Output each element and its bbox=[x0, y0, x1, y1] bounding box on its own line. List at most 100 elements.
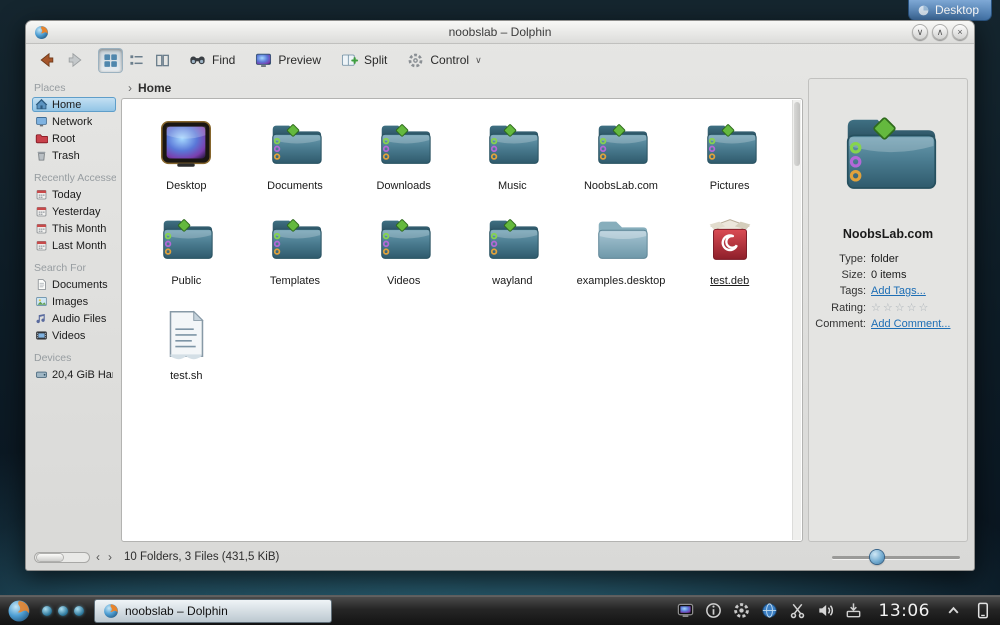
place-label: Last Month bbox=[52, 239, 107, 252]
desktop-toolbox-tab[interactable]: Desktop bbox=[907, 0, 992, 21]
scroll-right-button[interactable]: › bbox=[106, 551, 114, 563]
breadcrumb-home[interactable]: Home bbox=[138, 81, 171, 95]
window-controls: ∨ ∧ × bbox=[912, 24, 968, 40]
sidebar-item-trash[interactable]: Trash bbox=[32, 148, 116, 163]
add-tags-link[interactable]: Tags: Add Tags... bbox=[814, 285, 962, 297]
pager-dot[interactable] bbox=[74, 605, 84, 616]
scroll-left-button[interactable]: ‹ bbox=[94, 551, 102, 563]
split-button[interactable]: Split bbox=[335, 49, 392, 72]
rating-stars[interactable]: Rating: ☆☆☆☆☆ bbox=[814, 301, 962, 314]
window-content: Places Home Network Root Trash Recently … bbox=[26, 76, 974, 546]
app-launcher-button[interactable] bbox=[6, 598, 32, 624]
close-button[interactable]: × bbox=[952, 24, 968, 40]
details-view-button[interactable] bbox=[125, 49, 148, 72]
sidebar-item-network[interactable]: Network bbox=[32, 114, 116, 129]
network-tray-icon[interactable] bbox=[758, 599, 781, 622]
selected-folder-icon bbox=[832, 97, 944, 209]
place-icon bbox=[35, 312, 48, 325]
icons-view-button[interactable] bbox=[99, 48, 122, 72]
device-notifier-tray-icon[interactable] bbox=[842, 599, 865, 622]
place-label: 20,4 GiB Har bbox=[52, 368, 113, 381]
file-videos[interactable]: Videos bbox=[349, 208, 458, 287]
control-button[interactable]: Control ∨ bbox=[401, 49, 486, 72]
zoom-slider-track[interactable] bbox=[832, 556, 960, 559]
add-comment-link[interactable]: Comment: Add Comment... bbox=[814, 318, 962, 330]
pager-dot[interactable] bbox=[42, 605, 52, 616]
plasma-icon bbox=[917, 4, 930, 17]
info-fields: Type: folder Size: 0 items Tags: Add Tag… bbox=[809, 253, 967, 330]
sidebar-item-yesterday[interactable]: Yesterday bbox=[32, 204, 116, 219]
file-desktop[interactable]: Desktop bbox=[132, 113, 241, 192]
panel-device-icon[interactable] bbox=[971, 599, 994, 622]
titlebar[interactable]: noobslab – Dolphin ∨ ∧ × bbox=[26, 21, 974, 44]
place-label: Trash bbox=[52, 149, 80, 162]
file-music[interactable]: Music bbox=[458, 113, 567, 192]
file-downloads[interactable]: Downloads bbox=[349, 113, 458, 192]
sidebar-item-documents[interactable]: Documents bbox=[32, 277, 116, 292]
place-label: Root bbox=[52, 132, 76, 145]
vertical-scrollbar-thumb[interactable] bbox=[794, 102, 800, 166]
sidebar-item-audio-files[interactable]: Audio Files bbox=[32, 311, 116, 326]
maximize-button[interactable]: ∧ bbox=[932, 24, 948, 40]
file-public[interactable]: Public bbox=[132, 208, 241, 287]
caret-up-icon bbox=[944, 601, 963, 620]
place-icon bbox=[35, 368, 48, 381]
file-label: NoobsLab.com bbox=[583, 180, 658, 192]
taskbar-task-button[interactable]: noobslab – Dolphin bbox=[94, 598, 332, 623]
file-test-sh[interactable]: test.sh bbox=[132, 303, 241, 382]
file-wayland[interactable]: wayland bbox=[458, 208, 567, 287]
volume-tray-icon[interactable] bbox=[814, 599, 837, 622]
tray-icon-glyph bbox=[732, 601, 751, 620]
sidebar-item-root[interactable]: Root bbox=[32, 131, 116, 146]
preview-button[interactable]: Preview bbox=[249, 49, 326, 72]
panel-expand-button[interactable] bbox=[942, 599, 965, 622]
recently-accessed-section-title: Recently Accessed bbox=[34, 172, 116, 184]
place-icon bbox=[35, 132, 48, 145]
sidebar-item-this-month[interactable]: This Month bbox=[32, 221, 116, 236]
file-templates[interactable]: Templates bbox=[241, 208, 350, 287]
file-icon bbox=[373, 113, 435, 175]
columns-view-button[interactable] bbox=[151, 49, 174, 72]
sidebar-item-images[interactable]: Images bbox=[32, 294, 116, 309]
sidebar-item-last-month[interactable]: Last Month bbox=[32, 238, 116, 253]
sidebar-item-videos[interactable]: Videos bbox=[32, 328, 116, 343]
place-label: Home bbox=[52, 98, 82, 111]
info-field-value: 0 items bbox=[871, 269, 907, 281]
minimize-button[interactable]: ∨ bbox=[912, 24, 928, 40]
file-test-deb[interactable]: test.deb bbox=[675, 208, 784, 287]
klipper-tray-icon[interactable] bbox=[786, 599, 809, 622]
tray-icon-glyph bbox=[704, 601, 723, 620]
zoom-slider[interactable] bbox=[832, 549, 960, 565]
file-examples-desktop[interactable]: examples.desktop bbox=[567, 208, 676, 287]
places-scrollbar-thumb[interactable] bbox=[37, 553, 63, 561]
info-field: Type: folder bbox=[814, 253, 962, 265]
file-noobslab-com[interactable]: NoobsLab.com bbox=[567, 113, 676, 192]
navigation-buttons bbox=[34, 48, 88, 72]
pager-dot[interactable] bbox=[58, 605, 68, 616]
desktop-background: Desktop noobslab – Dolphin ∨ ∧ × Find Pr… bbox=[0, 0, 1000, 625]
vertical-scrollbar[interactable] bbox=[792, 100, 801, 540]
sidebar-item-today[interactable]: Today bbox=[32, 187, 116, 202]
file-pictures[interactable]: Pictures bbox=[675, 113, 784, 192]
notifications-tray-icon[interactable] bbox=[702, 599, 725, 622]
file-label: Templates bbox=[269, 275, 321, 287]
sidebar-item-hard-drive[interactable]: 20,4 GiB Har bbox=[32, 367, 116, 382]
zoom-slider-knob[interactable] bbox=[870, 550, 884, 564]
file-documents[interactable]: Documents bbox=[241, 113, 350, 192]
icons-view-icon bbox=[104, 53, 117, 67]
find-button[interactable]: Find bbox=[183, 49, 240, 72]
back-button[interactable] bbox=[34, 48, 60, 72]
preview-icon bbox=[256, 53, 272, 67]
sidebar-item-home[interactable]: Home bbox=[32, 97, 116, 112]
file-icon bbox=[373, 208, 435, 270]
recently-accessed-list: Today Yesterday This Month Last Month bbox=[32, 187, 116, 253]
settings-tray-icon[interactable] bbox=[730, 599, 753, 622]
place-label: Today bbox=[52, 188, 82, 201]
clock[interactable]: 13:06 bbox=[879, 601, 931, 621]
places-horizontal-scrollbar[interactable] bbox=[34, 551, 90, 563]
forward-button[interactable] bbox=[62, 48, 88, 72]
place-icon bbox=[35, 295, 48, 308]
desktop-preview-tray-icon[interactable] bbox=[674, 599, 697, 622]
file-label: Desktop bbox=[166, 180, 207, 192]
find-label: Find bbox=[212, 53, 236, 67]
